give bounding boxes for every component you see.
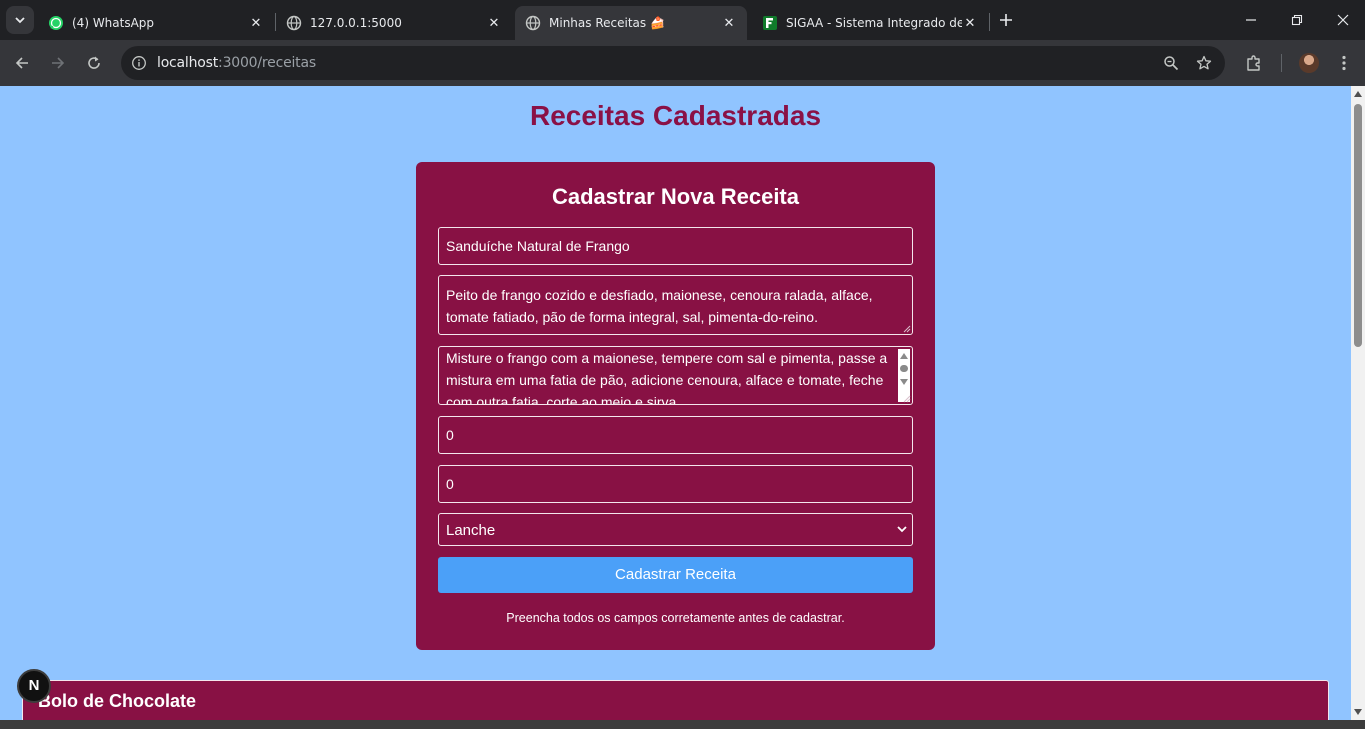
close-icon	[1337, 14, 1349, 26]
puzzle-icon	[1247, 55, 1260, 71]
category-selected-value: Lanche	[446, 522, 496, 539]
scroll-up-arrow-icon[interactable]	[1354, 91, 1362, 97]
browser-toolbar: localhost:3000/receitas	[0, 40, 1365, 86]
menu-button[interactable]	[1330, 49, 1358, 77]
reload-button[interactable]	[80, 49, 108, 77]
chevron-down-icon	[897, 526, 907, 533]
kebab-menu-icon	[1342, 55, 1346, 71]
restore-button[interactable]	[1274, 0, 1320, 40]
globe-icon	[525, 15, 541, 31]
submit-recipe-button[interactable]: Cadastrar Receita	[438, 557, 913, 593]
ingredients-textarea[interactable]: Peito de frango cozido e desfiado, maion…	[438, 275, 913, 335]
instructions-textarea[interactable]: Misture o frango com a maionese, tempere…	[438, 346, 913, 405]
address-bar[interactable]: localhost:3000/receitas	[121, 46, 1225, 80]
category-select[interactable]: Lanche	[438, 513, 913, 546]
tab-strip: (4) WhatsApp ✕ 127.0.0.1:5000 ✕ Minhas R…	[0, 0, 1365, 40]
profile-button[interactable]	[1295, 49, 1323, 77]
close-window-button[interactable]	[1320, 0, 1365, 40]
minimize-button[interactable]	[1228, 0, 1274, 40]
tab-minhas-receitas[interactable]: Minhas Receitas 🍰 ✕	[515, 6, 747, 40]
new-tab-button[interactable]	[994, 8, 1018, 32]
tab-title: (4) WhatsApp	[72, 16, 155, 30]
reload-icon	[88, 56, 100, 69]
url-host: localhost	[157, 55, 219, 71]
scroll-down-arrow-icon[interactable]	[1354, 709, 1362, 715]
recipe-form: Cadastrar Nova Receita Sanduíche Natural…	[416, 162, 935, 650]
scroll-up-arrow-icon[interactable]	[900, 353, 908, 359]
number-input-1[interactable]: 0	[438, 416, 913, 454]
whatsapp-icon	[48, 15, 64, 31]
arrow-right-icon	[52, 57, 65, 69]
site-info-icon[interactable]	[129, 53, 149, 73]
recipe-name-input[interactable]: Sanduíche Natural de Frango	[438, 227, 913, 265]
recipe-card: Bolo de Chocolate	[22, 680, 1329, 720]
sigaa-icon	[762, 15, 778, 31]
bookmark-star-icon[interactable]	[1194, 53, 1214, 73]
tab-divider	[989, 13, 990, 31]
arrow-left-icon	[15, 57, 28, 69]
page-scrollbar[interactable]	[1351, 86, 1365, 720]
chevron-down-icon	[15, 17, 25, 24]
close-tab-icon[interactable]: ✕	[248, 15, 264, 31]
tab-title: Minhas Receitas 🍰	[549, 16, 665, 30]
forward-button[interactable]	[44, 49, 72, 77]
minimize-icon	[1246, 19, 1256, 21]
close-tab-icon[interactable]: ✕	[486, 15, 502, 31]
scroll-down-arrow-icon[interactable]	[900, 379, 908, 385]
tab-localhost-5000[interactable]: 127.0.0.1:5000 ✕	[276, 6, 512, 40]
restore-icon	[1291, 14, 1303, 26]
form-hint: Preencha todos os campos corretamente an…	[506, 611, 845, 625]
toolbar-divider	[1281, 54, 1282, 72]
tab-title: 127.0.0.1:5000	[310, 16, 402, 30]
tab-title: SIGAA - Sistema Integrado de G	[786, 16, 962, 30]
tab-search-button[interactable]	[6, 6, 34, 34]
instructions-text: Misture o frango com a maionese, tempere…	[446, 350, 888, 405]
scrollbar-thumb[interactable]	[900, 365, 908, 372]
resize-grip-icon[interactable]	[903, 325, 911, 333]
scrollbar-thumb[interactable]	[1354, 104, 1362, 347]
dev-tools-badge[interactable]: N	[17, 669, 51, 703]
ingredients-text: Peito de frango cozido e desfiado, maion…	[446, 287, 873, 325]
page-viewport: Receitas Cadastradas Cadastrar Nova Rece…	[0, 86, 1351, 720]
avatar	[1299, 53, 1319, 73]
url-path: :3000/receitas	[218, 55, 316, 71]
globe-icon	[286, 15, 302, 31]
page-title: Receitas Cadastradas	[529, 100, 822, 131]
extensions-button[interactable]	[1240, 49, 1268, 77]
url-text: localhost:3000/receitas	[157, 55, 316, 71]
plus-icon	[1000, 14, 1012, 26]
form-heading: Cadastrar Nova Receita	[551, 184, 799, 209]
close-tab-icon[interactable]: ✕	[721, 15, 737, 31]
number-input-2[interactable]: 0	[438, 465, 913, 503]
recipe-title: Bolo de Chocolate	[38, 691, 197, 711]
taskbar-edge	[0, 720, 1365, 729]
zoom-icon[interactable]	[1161, 53, 1181, 73]
resize-grip-icon[interactable]	[903, 395, 911, 403]
back-button[interactable]	[8, 49, 36, 77]
close-tab-icon[interactable]: ✕	[962, 15, 978, 31]
tab-sigaa[interactable]: SIGAA - Sistema Integrado de G ✕	[752, 6, 988, 40]
tab-whatsapp[interactable]: (4) WhatsApp ✕	[38, 6, 274, 40]
